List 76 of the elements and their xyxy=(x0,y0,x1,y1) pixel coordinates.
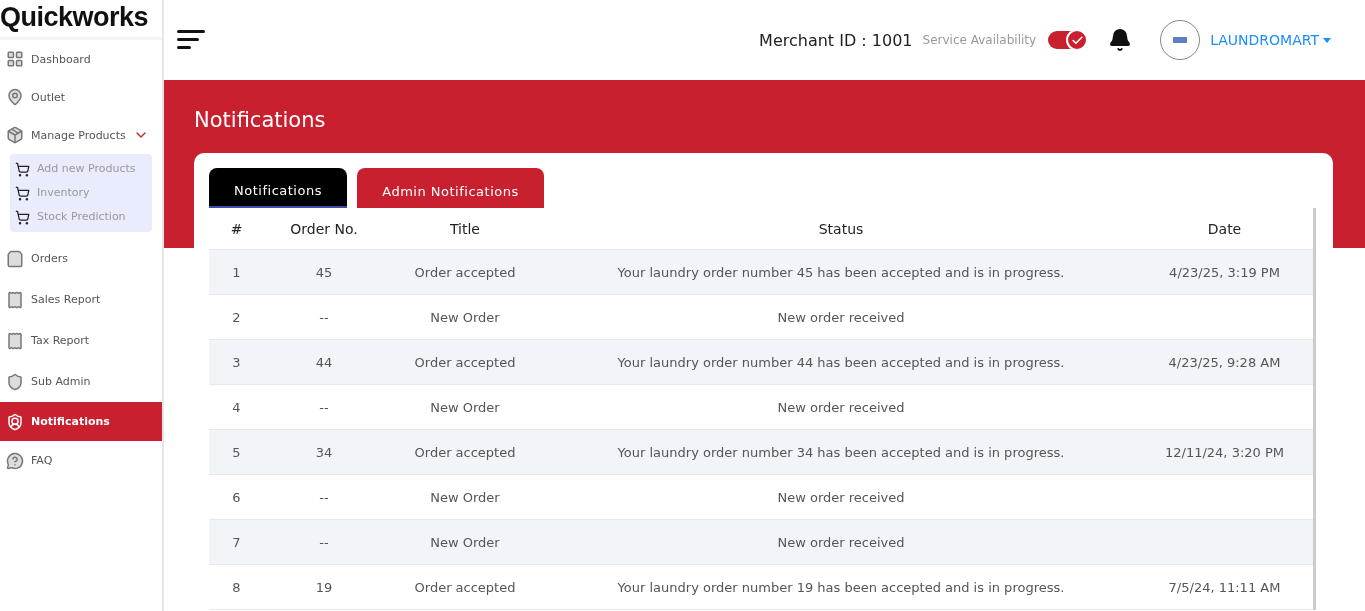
table-cell-text: -- xyxy=(318,489,330,505)
table-cell-text: Your laundry order number 45 has been accepted and is in progress. xyxy=(616,264,1066,280)
bell-icon[interactable] xyxy=(1108,28,1133,52)
table-cell-text: New order received xyxy=(776,399,906,415)
column-header: Order No. xyxy=(289,220,359,237)
table-cell-text: 8 xyxy=(231,579,242,595)
table-cell-text: -- xyxy=(318,309,330,325)
table-cell-text: 45 xyxy=(314,264,334,280)
column-header: # xyxy=(229,220,244,237)
table-cell-text: Order accepted xyxy=(413,354,517,370)
page-title: Notifications xyxy=(194,108,327,132)
table-cell-text: New Order xyxy=(429,534,501,550)
table-cell-text: New Order xyxy=(429,489,501,505)
table-cell-text: 19 xyxy=(314,579,334,595)
logo-icon xyxy=(1173,37,1188,43)
sidebar-label: Sales Report xyxy=(31,293,101,306)
table-cell-text: Your laundry order number 44 has been accepted and is in progress. xyxy=(616,354,1066,370)
table-cell-text: 4 xyxy=(231,399,242,415)
submenu-label: Inventory xyxy=(37,185,91,201)
table-cell-text: 4/23/25, 3:19 PM xyxy=(1168,264,1281,280)
sidebar-label: Orders xyxy=(31,252,68,265)
table-cell-text: 7/5/24, 11:11 AM xyxy=(1167,579,1282,595)
caret-icon xyxy=(1323,37,1331,43)
cart-icon xyxy=(15,210,30,225)
sidebar-item[interactable]: Tax Report xyxy=(0,320,162,361)
tab[interactable]: Notifications xyxy=(209,168,347,208)
table-cell-text: 5 xyxy=(231,444,242,460)
table-cell-text: 12/11/24, 3:20 PM xyxy=(1164,444,1285,460)
table-cell-text: 1 xyxy=(231,264,242,280)
table-cell-text: New order received xyxy=(776,489,906,505)
sidebar-item[interactable]: Sub Admin xyxy=(0,361,162,402)
table-cell-text: New order received xyxy=(776,534,906,550)
check-icon xyxy=(1070,33,1084,47)
table-cell-text: 6 xyxy=(231,489,242,505)
table-cell-text: Your laundry order number 19 has been accepted and is in progress. xyxy=(616,579,1066,595)
sidebar-label: Sub Admin xyxy=(31,375,91,388)
service-label: Service Availability xyxy=(922,33,1037,47)
sidebar-item[interactable]: FAQ xyxy=(0,441,162,480)
service-toggle[interactable] xyxy=(1048,31,1087,49)
column-header: Status xyxy=(817,220,865,237)
table-cell-text: New Order xyxy=(429,399,501,415)
table-cell-text: Your laundry order number 34 has been accepted and is in progress. xyxy=(616,444,1066,460)
brand-logo: Quickworks xyxy=(0,0,162,40)
sidebar-label: FAQ xyxy=(31,454,53,467)
submenu-label: Stock Prediction xyxy=(37,209,127,225)
column-header: Date xyxy=(1206,220,1243,237)
cart-icon xyxy=(15,186,30,201)
sidebar-item[interactable]: Sales Report xyxy=(0,279,162,320)
column-header: Title xyxy=(449,220,481,237)
table-cell-text: 4/23/25, 9:28 AM xyxy=(1167,354,1282,370)
sidebar-label: Manage Products xyxy=(31,128,126,142)
submenu-label: Add new Products xyxy=(37,161,137,177)
sidebar-item[interactable]: Orders xyxy=(0,238,162,279)
table-cell-text: Order accepted xyxy=(413,264,517,280)
table-cell-text: 34 xyxy=(314,444,334,460)
table-cell-text: Order accepted xyxy=(413,579,517,595)
sidebar-label: Tax Report xyxy=(31,334,90,347)
table-cell-text: -- xyxy=(318,399,330,415)
tab[interactable]: Admin Notifications xyxy=(357,168,544,208)
table-cell-text: New order received xyxy=(776,309,906,325)
cart-icon xyxy=(15,162,30,177)
sidebar-label: Outlet xyxy=(31,90,66,104)
sidebar-item[interactable]: Outlet xyxy=(0,78,162,116)
table-cell-text: 44 xyxy=(314,354,334,370)
table-cell-text: 2 xyxy=(231,309,242,325)
sidebar-label: Notifications xyxy=(31,415,110,428)
table-cell-text: 7 xyxy=(231,534,242,550)
table-cell-text: New Order xyxy=(429,309,501,325)
table-cell-text: Order accepted xyxy=(413,444,517,460)
sidebar-label: Dashboard xyxy=(31,52,91,66)
sidebar-item[interactable]: Notifications xyxy=(0,402,162,441)
table-cell-text: -- xyxy=(318,534,330,550)
merchant-id: Merchant ID : 1001 xyxy=(759,30,913,50)
sidebar-item[interactable]: Dashboard xyxy=(0,40,162,78)
table-cell-text: 3 xyxy=(231,354,242,370)
sidebar-item[interactable]: Manage Products xyxy=(0,116,162,154)
